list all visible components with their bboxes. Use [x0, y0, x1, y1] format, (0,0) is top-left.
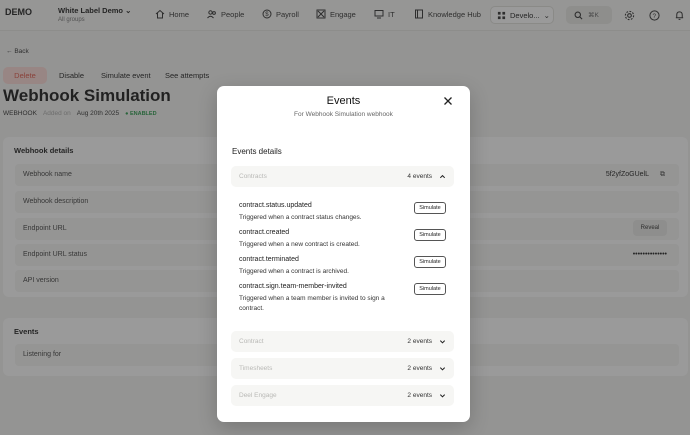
list-item: contract.created Triggered when a new co…	[239, 229, 449, 250]
simulate-button[interactable]: Simulate	[414, 229, 446, 241]
list-item: contract.sign.team-member-invited Trigge…	[239, 283, 449, 314]
simulate-button[interactable]: Simulate	[414, 256, 446, 268]
chevron-down-icon	[439, 340, 446, 344]
event-group-count: 2 events	[407, 365, 432, 372]
simulate-button[interactable]: Simulate	[414, 202, 446, 214]
events-modal: Events For Webhook Simulation webhook Ev…	[217, 86, 470, 422]
list-item: contract.terminated Triggered when a con…	[239, 256, 449, 277]
event-group-header[interactable]: Contracts 4 events	[231, 166, 454, 187]
chevron-down-icon	[439, 367, 446, 371]
event-group-name: Deel Engage	[239, 392, 277, 399]
modal-subtitle: For Webhook Simulation webhook	[294, 111, 393, 118]
chevron-down-icon	[439, 394, 446, 398]
close-button[interactable]	[442, 95, 454, 107]
events-details-title: Events details	[232, 147, 282, 156]
event-group-name: Timesheets	[239, 365, 273, 372]
close-icon	[444, 97, 452, 105]
event-group-timesheets[interactable]: Timesheets 2 events	[231, 358, 454, 379]
event-group-contracts: Contracts 4 events contract.status.updat…	[231, 166, 454, 318]
list-item: contract.status.updated Triggered when a…	[239, 202, 449, 223]
modal-title: Events	[326, 95, 361, 107]
event-description: Triggered when a new contract is created…	[239, 241, 360, 248]
simulate-button[interactable]: Simulate	[414, 283, 446, 295]
event-group-count: 2 events	[407, 392, 432, 399]
event-group-contract[interactable]: Contract 2 events	[231, 331, 454, 352]
event-group-name: Contract	[239, 338, 264, 345]
event-group-count: 4 events	[407, 173, 432, 180]
event-group-count: 2 events	[407, 338, 432, 345]
event-group-deel-engage[interactable]: Deel Engage 2 events	[231, 385, 454, 406]
event-group-name: Contracts	[239, 173, 267, 180]
event-description: Triggered when a team member is invited …	[239, 295, 385, 312]
event-description: Triggered when a contract is archived.	[239, 268, 349, 275]
event-description: Triggered when a contract status changes…	[239, 214, 362, 221]
chevron-up-icon	[439, 174, 446, 179]
